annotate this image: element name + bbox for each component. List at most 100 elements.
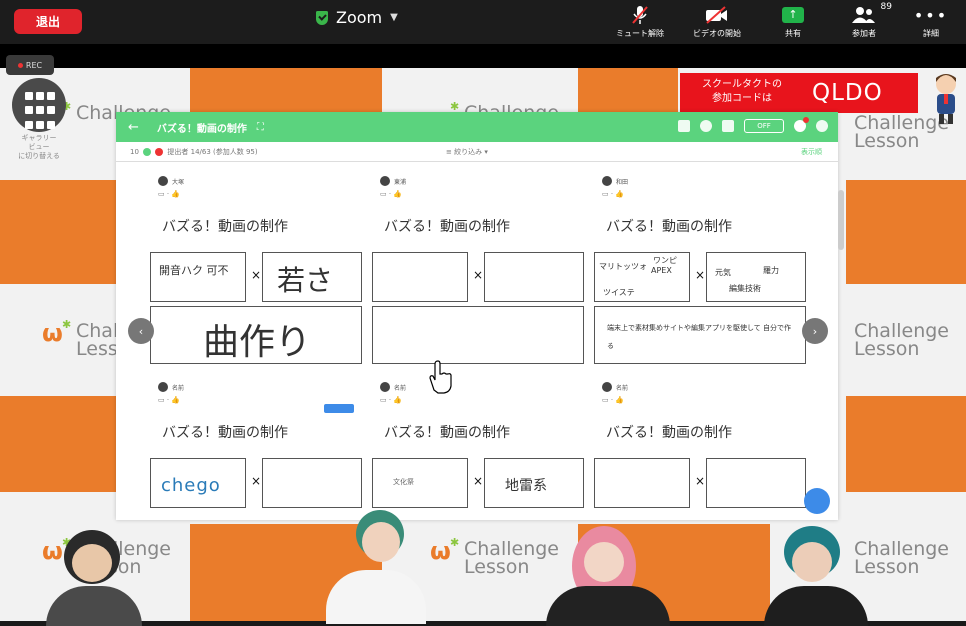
card-actions[interactable]: ▭ · 👍 — [602, 190, 624, 198]
submission-count: 10 提出者 14/63 (参加人数 95) — [130, 147, 258, 156]
zoom-toolbar: 退出 Zoom ▼ ミュート解除 ビデオの開始 ↑ 共有 89 参加者 ••• … — [0, 0, 966, 44]
more-label: 詳細 — [923, 29, 939, 38]
brand-logo: ω✱ChallengeLesson — [430, 536, 559, 578]
card-actions[interactable]: ▭ · 👍 — [158, 396, 180, 404]
fullscreen-icon[interactable]: ⛶ — [257, 122, 264, 133]
participant-count: 89 — [880, 2, 892, 12]
card-author: 大塚 — [158, 176, 184, 186]
start-video-button[interactable]: ビデオの開始 — [681, 4, 753, 39]
gallery-view-label: ギャラリー ビュー に切り替える — [18, 134, 60, 160]
shared-app-window: ← バズる！動画の制作 ⛶ OFF 10 提出者 14/63 (参加人数 95)… — [116, 112, 838, 520]
top-black-strip — [0, 44, 966, 68]
bg-tile — [0, 180, 116, 284]
participant-video — [44, 522, 144, 626]
share-screen-icon: ↑ — [782, 7, 804, 23]
back-arrow-icon[interactable]: ← — [128, 120, 139, 135]
status-chip — [143, 147, 152, 156]
app-header: ← バズる！動画の制作 ⛶ OFF — [116, 112, 838, 142]
card-author: 東浦 — [380, 176, 406, 186]
chat-bubble-icon[interactable] — [804, 488, 830, 514]
multiply-sign: × — [695, 474, 706, 488]
video-off-icon — [681, 4, 753, 26]
avatar — [158, 176, 168, 186]
card-author: 名前 — [380, 382, 406, 392]
idea-box — [372, 306, 584, 364]
meeting-title-label: Zoom — [336, 8, 383, 27]
card-title: バズる！動画の制作 — [606, 425, 732, 441]
participants-icon: 89 — [828, 2, 900, 26]
more-button[interactable]: ••• 詳細 — [895, 4, 966, 39]
security-shield-icon — [316, 10, 328, 25]
participant-video — [320, 506, 430, 624]
card-actions[interactable]: ▭ · 👍 — [158, 190, 180, 198]
join-code-banner: スクールタクトの 参加コードは QLDO — [680, 73, 918, 113]
participants-button[interactable]: 89 参加者 — [828, 2, 900, 39]
idea-box: マリトッツォ ワンピ APEX ツイステ — [594, 252, 690, 302]
bg-tile — [846, 180, 966, 284]
join-code: QLDO — [812, 80, 883, 106]
meeting-title[interactable]: Zoom ▼ — [316, 8, 398, 27]
bg-tile — [846, 396, 966, 492]
mic-muted-icon — [604, 4, 676, 26]
multiply-sign: × — [695, 268, 706, 282]
multiply-sign: × — [473, 268, 484, 282]
multiply-sign: × — [473, 474, 484, 488]
participant-video — [760, 524, 870, 626]
assignment-title: バズる！動画の制作 — [156, 123, 247, 135]
brand-logo: Challenge Lesson — [854, 320, 949, 360]
sort-link[interactable]: 表示順 — [801, 147, 822, 157]
next-page-button[interactable]: › — [802, 318, 828, 344]
multiply-sign: × — [251, 474, 262, 488]
record-dot-icon — [17, 62, 23, 68]
card-actions[interactable]: ▭ · 👍 — [380, 190, 402, 198]
lock-icon[interactable] — [678, 120, 690, 132]
card-actions[interactable]: ▭ · 👍 — [380, 396, 402, 404]
card-title: バズる！動画の制作 — [606, 219, 732, 235]
copy-icon[interactable] — [722, 120, 734, 132]
status-badge — [324, 404, 354, 413]
more-icon: ••• — [913, 5, 949, 25]
recording-indicator: REC — [6, 55, 54, 75]
card-author: 和田 — [602, 176, 628, 186]
idea-box: 元気 羅力 編集技術 — [706, 252, 806, 302]
leave-meeting-button[interactable]: 退出 — [14, 9, 82, 34]
unmute-label: ミュート解除 — [616, 29, 664, 38]
start-video-label: ビデオの開始 — [693, 29, 741, 38]
notification-icon[interactable] — [794, 117, 809, 132]
idea-box: chego — [150, 458, 246, 508]
idea-box — [262, 458, 362, 508]
chat-icon[interactable] — [816, 120, 828, 132]
card-author: 名前 — [602, 382, 628, 392]
share-toggle[interactable]: OFF — [744, 119, 784, 133]
idea-box — [372, 252, 468, 302]
gallery-view-button[interactable] — [12, 78, 66, 132]
share-label: 共有 — [785, 29, 801, 38]
idea-box — [706, 458, 806, 508]
card-title: バズる！動画の制作 — [162, 425, 288, 441]
card-title: バズる！動画の制作 — [384, 425, 510, 441]
idea-box: 曲作り — [150, 306, 362, 364]
timer-icon[interactable] — [700, 120, 712, 132]
prev-page-button[interactable]: ‹ — [128, 318, 154, 344]
hand-cursor-icon — [429, 360, 452, 394]
participant-video — [546, 524, 670, 626]
app-scrollbar[interactable] — [838, 190, 844, 250]
idea-box: 文化祭 — [372, 458, 468, 508]
card-author: 名前 — [158, 382, 184, 392]
card-title: バズる！動画の制作 — [162, 219, 288, 235]
card-actions[interactable]: ▭ · 👍 — [602, 396, 624, 404]
join-code-caption: スクールタクトの 参加コードは — [702, 79, 782, 104]
filter-dropdown[interactable]: ≡ 絞り込み ▾ — [446, 147, 488, 157]
card-title: バズる！動画の制作 — [384, 219, 510, 235]
status-chip — [155, 147, 164, 156]
avatar — [602, 176, 612, 186]
participants-label: 参加者 — [852, 29, 876, 38]
mascot-illustration — [936, 74, 956, 124]
avatar — [158, 382, 168, 392]
idea-box: 地雷系 — [484, 458, 584, 508]
avatar — [602, 382, 612, 392]
idea-box — [484, 252, 584, 302]
idea-box — [594, 458, 690, 508]
share-screen-button[interactable]: ↑ 共有 — [757, 4, 829, 39]
unmute-button[interactable]: ミュート解除 — [604, 4, 676, 39]
